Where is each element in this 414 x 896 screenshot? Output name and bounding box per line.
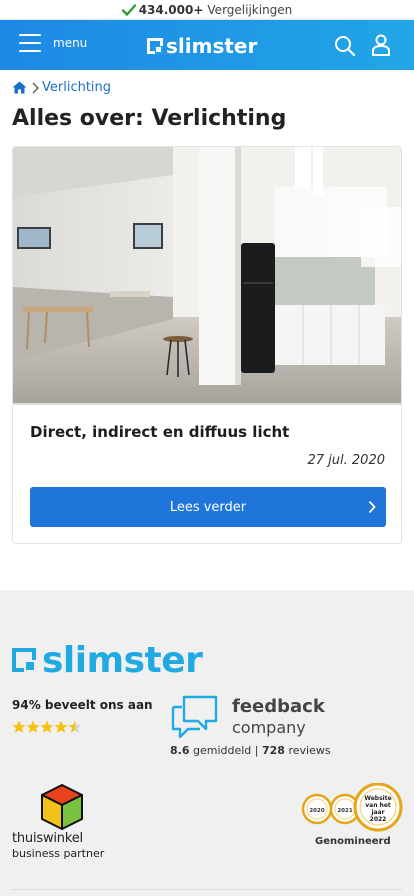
score-label: gemiddeld | [193,744,259,757]
site-footer: slimster 94% beveelt ons aan feedback co… [0,591,414,896]
rating-stars [12,720,84,734]
article-date: 27 jul. 2020 [307,453,386,468]
header-logo[interactable]: slimster [147,34,257,58]
feedback-word: feedback [232,696,325,717]
footer-logo-text: slimster [42,640,203,681]
footer-logo[interactable]: slimster [12,640,203,681]
review-stats: 8.6 gemiddeld | 728 reviews [170,744,331,757]
menu-label: menu [53,36,88,50]
award-badges: 2020 2021 Website van het jaar 2022 [301,783,403,832]
reviews-label: reviews [288,744,331,757]
footer-divider [12,889,402,890]
read-more-label: Lees verder [169,499,247,515]
chevron-right-icon [368,500,376,514]
article-image[interactable] [13,147,401,405]
breadcrumb: Verlichting [12,80,111,95]
recommend-text: 94% beveelt ons aan [12,698,153,712]
checkmark-icon [121,3,136,16]
search-icon[interactable] [334,35,356,57]
read-more-button[interactable]: Lees verder [30,487,386,527]
article-card[interactable]: Direct, indirect en diffuus licht 27 jul… [12,146,402,544]
company-word: company [232,718,306,737]
feedback-company-icon [171,695,218,739]
site-header: menu slimster [0,20,414,70]
comparison-label: Vergelijkingen [207,2,293,17]
slimster-logo-icon [147,38,163,54]
article-title[interactable]: Direct, indirect en diffuus licht [30,423,289,441]
user-icon[interactable] [370,34,392,56]
award-label: Genomineerd [315,836,391,847]
home-icon[interactable] [12,81,27,94]
slimster-logo-icon [12,647,38,674]
menu-button[interactable]: menu [19,34,87,52]
breadcrumb-current[interactable]: Verlichting [42,80,111,95]
usp-bar: 434.000+ Vergelijkingen [0,0,414,20]
svg-text:2022: 2022 [370,816,387,823]
svg-text:Website: Website [364,795,391,802]
award-year-2020: 2020 [309,808,324,814]
thuiswinkel-sub: business partner [12,847,105,860]
award-year-2021: 2021 [337,808,352,814]
svg-text:jaar: jaar [370,809,384,816]
thuiswinkel-cube-icon [41,784,83,830]
hamburger-icon [19,34,41,52]
chevron-right-icon [31,82,39,94]
svg-text:van het: van het [365,802,391,809]
header-logo-text: slimster [166,34,258,58]
comparison-count: 434.000+ [138,2,204,17]
reviews-count: 728 [262,744,285,757]
score-value: 8.6 [170,744,190,757]
page-title: Alles over: Verlichting [12,106,287,131]
thuiswinkel-name: thuiswinkel [12,831,83,846]
